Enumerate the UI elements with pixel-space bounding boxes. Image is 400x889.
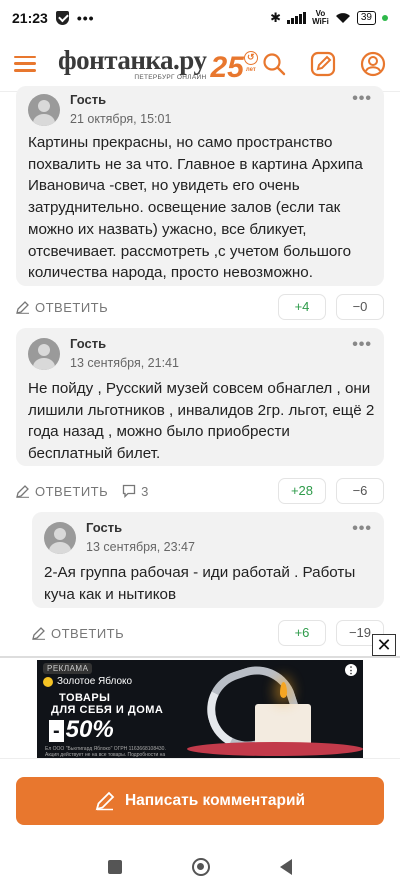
profile-icon[interactable]: [360, 51, 386, 77]
downvote-button[interactable]: −0: [336, 294, 384, 320]
upvote-button[interactable]: +6: [278, 620, 326, 646]
ad-discount: -50%: [49, 716, 114, 744]
reply-button[interactable]: ОТВЕТИТЬ: [32, 626, 124, 641]
battery-indicator: 39: [356, 11, 376, 25]
comment-actions: ОТВЕТИТЬ 3: [16, 478, 148, 504]
reply-button[interactable]: ОТВЕТИТЬ: [16, 484, 108, 499]
upvote-button[interactable]: +4: [278, 294, 326, 320]
recents-icon[interactable]: [108, 859, 122, 874]
ad-brand: Золотое Яблоко: [43, 676, 132, 687]
anniversary-badge: 25 ↺ лет: [210, 50, 258, 84]
speech-bubble-icon: [123, 484, 136, 498]
more-options-icon[interactable]: •••: [352, 336, 372, 354]
site-header: фонтанка.ру ПЕТЕРБУРГ ОНЛАЙН 25 ↺ лет: [0, 36, 400, 92]
replies-count[interactable]: 3: [122, 484, 148, 499]
comment-card-reply: Гость 13 сентября, 23:47 ••• 2-Ая группа…: [32, 512, 384, 608]
comment-text: 2-Ая группа рабочая - иди работай . Рабо…: [44, 564, 356, 603]
pencil-icon: [32, 627, 45, 640]
flame-icon: [280, 682, 287, 698]
shield-icon: [55, 11, 69, 25]
comment-author[interactable]: Гость: [70, 336, 106, 351]
apple-logo-icon: [43, 676, 53, 687]
comment-actions: ОТВЕТИТЬ: [32, 620, 124, 646]
comment-actions: ОТВЕТИТЬ: [16, 294, 108, 320]
bluetooth-icon: ✱: [270, 10, 282, 25]
search-icon[interactable]: [262, 52, 286, 76]
ad-banner[interactable]: РЕКЛАМА Золотое Яблоко ТОВАРЫ ДЛЯ СЕБЯ И…: [37, 660, 363, 760]
ad-label: РЕКЛАМА: [43, 663, 93, 674]
comment-text: Картины прекрасны, но само пространство …: [28, 134, 363, 282]
site-logo[interactable]: фонтанка.ру ПЕТЕРБУРГ ОНЛАЙН 25 ↺ лет: [58, 44, 258, 84]
system-nav-bar: [0, 844, 400, 889]
comment-date: 21 октября, 15:01: [70, 112, 172, 126]
logo-text: фонтанка.ру: [58, 44, 207, 75]
status-bar: 21:23 ••• ✱ Vo WiFi 39: [0, 0, 400, 36]
comment-date: 13 сентября, 23:47: [86, 540, 195, 554]
write-comment-button[interactable]: Написать комментарий: [16, 777, 384, 825]
vowifi-icon: Vo WiFi: [312, 9, 329, 26]
home-icon[interactable]: [192, 857, 210, 876]
pencil-icon: [16, 485, 29, 498]
comment-card: Гость 13 сентября, 21:41 ••• Не пойду , …: [16, 328, 384, 466]
comment-author[interactable]: Гость: [86, 520, 122, 535]
ad-headline-2: ДЛЯ СЕБЯ И ДОМА: [51, 704, 164, 716]
comment-date: 13 сентября, 21:41: [70, 356, 179, 370]
upvote-button[interactable]: +28: [278, 478, 326, 504]
menu-icon[interactable]: [14, 55, 36, 72]
avatar: [28, 94, 60, 126]
write-comment-area: Написать комментарий: [0, 758, 400, 844]
back-icon[interactable]: [280, 858, 292, 875]
comment-card: Гость 21 октября, 15:01 ••• Картины прек…: [16, 86, 384, 286]
signal-icon: [287, 12, 307, 24]
avatar: [44, 522, 76, 554]
camera-indicator-icon: [382, 15, 388, 21]
status-time: 21:23: [12, 10, 48, 26]
pencil-icon: [95, 791, 115, 811]
downvote-button[interactable]: −6: [336, 478, 384, 504]
more-options-icon[interactable]: •••: [352, 90, 372, 108]
pencil-icon: [16, 301, 29, 314]
ad-plate-image: [187, 742, 363, 756]
ad-headline-1: ТОВАРЫ: [59, 692, 111, 704]
logo-subtitle: ПЕТЕРБУРГ ОНЛАЙН: [134, 73, 207, 81]
reply-button[interactable]: ОТВЕТИТЬ: [16, 300, 108, 315]
ad-container: РЕКЛАМА Золотое Яблоко ТОВАРЫ ДЛЯ СЕБЯ И…: [0, 656, 400, 760]
more-options-icon[interactable]: •••: [352, 520, 372, 538]
ad-info-icon[interactable]: ⋮: [345, 664, 357, 676]
comment-author[interactable]: Гость: [70, 92, 106, 107]
more-notifications-icon: •••: [76, 10, 95, 26]
comment-text: Не пойду , Русский музей совсем обнаглел…: [28, 380, 375, 463]
wifi-icon: [335, 13, 350, 23]
avatar: [28, 338, 60, 370]
ad-close-button[interactable]: ✕: [372, 634, 396, 656]
edit-icon[interactable]: [310, 51, 336, 77]
